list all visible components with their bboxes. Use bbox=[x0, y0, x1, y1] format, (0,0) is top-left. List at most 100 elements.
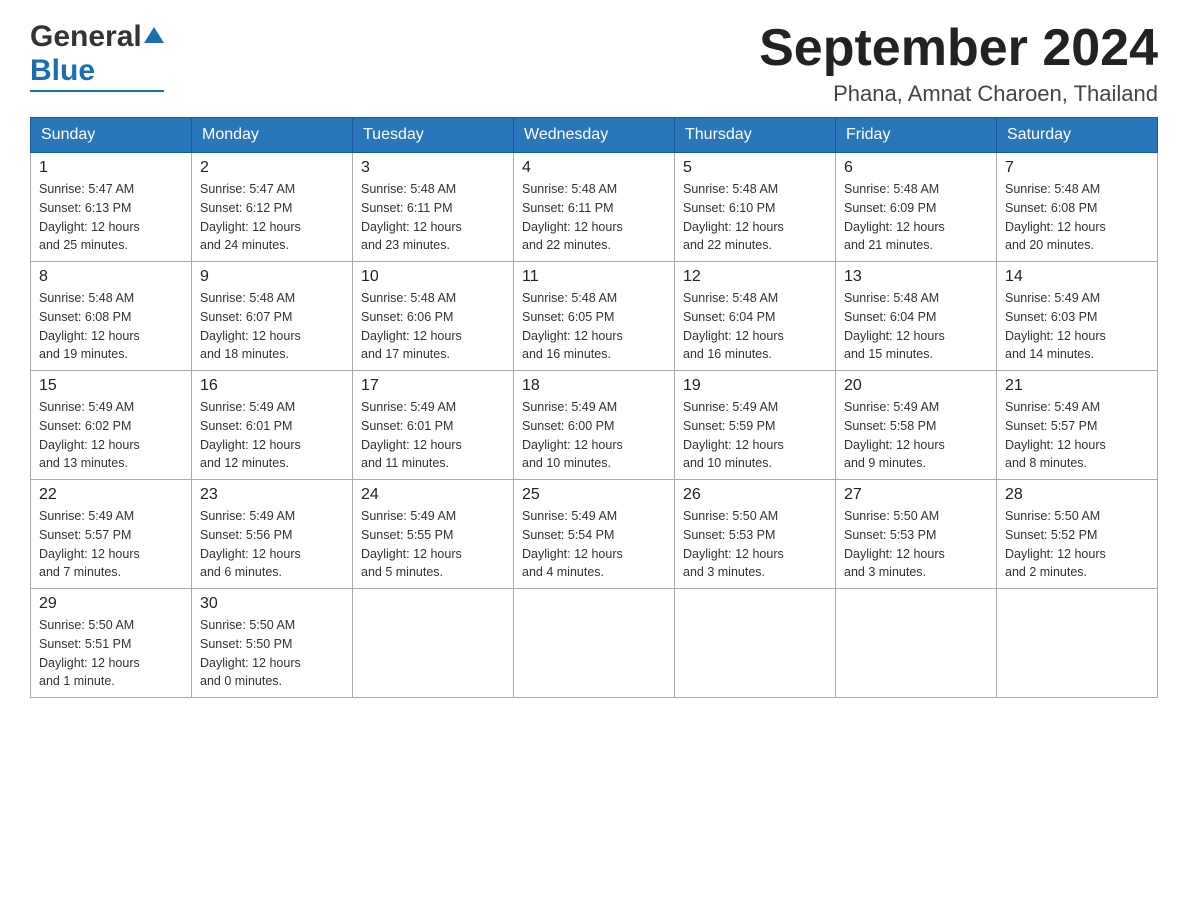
calendar-week-4: 22 Sunrise: 5:49 AMSunset: 5:57 PMDaylig… bbox=[31, 480, 1158, 589]
day-number: 17 bbox=[361, 377, 505, 395]
day-info: Sunrise: 5:48 AMSunset: 6:08 PMDaylight:… bbox=[39, 289, 183, 364]
calendar-cell: 17 Sunrise: 5:49 AMSunset: 6:01 PMDaylig… bbox=[353, 371, 514, 480]
day-info: Sunrise: 5:49 AMSunset: 5:59 PMDaylight:… bbox=[683, 398, 827, 473]
day-number: 23 bbox=[200, 486, 344, 504]
day-info: Sunrise: 5:48 AMSunset: 6:08 PMDaylight:… bbox=[1005, 180, 1149, 255]
calendar-table: SundayMondayTuesdayWednesdayThursdayFrid… bbox=[30, 117, 1158, 698]
day-number: 5 bbox=[683, 159, 827, 177]
day-number: 3 bbox=[361, 159, 505, 177]
calendar-cell: 20 Sunrise: 5:49 AMSunset: 5:58 PMDaylig… bbox=[836, 371, 997, 480]
day-number: 28 bbox=[1005, 486, 1149, 504]
day-info: Sunrise: 5:48 AMSunset: 6:07 PMDaylight:… bbox=[200, 289, 344, 364]
calendar-header-monday: Monday bbox=[192, 118, 353, 153]
calendar-cell: 11 Sunrise: 5:48 AMSunset: 6:05 PMDaylig… bbox=[514, 262, 675, 371]
calendar-cell bbox=[836, 589, 997, 698]
day-number: 4 bbox=[522, 159, 666, 177]
calendar-cell bbox=[353, 589, 514, 698]
day-number: 11 bbox=[522, 268, 666, 286]
day-info: Sunrise: 5:50 AMSunset: 5:53 PMDaylight:… bbox=[844, 507, 988, 582]
day-number: 25 bbox=[522, 486, 666, 504]
day-info: Sunrise: 5:48 AMSunset: 6:05 PMDaylight:… bbox=[522, 289, 666, 364]
calendar-cell bbox=[675, 589, 836, 698]
calendar-header-sunday: Sunday bbox=[31, 118, 192, 153]
day-info: Sunrise: 5:50 AMSunset: 5:52 PMDaylight:… bbox=[1005, 507, 1149, 582]
day-number: 29 bbox=[39, 595, 183, 613]
calendar-cell bbox=[514, 589, 675, 698]
day-number: 26 bbox=[683, 486, 827, 504]
calendar-cell: 8 Sunrise: 5:48 AMSunset: 6:08 PMDayligh… bbox=[31, 262, 192, 371]
calendar-cell: 13 Sunrise: 5:48 AMSunset: 6:04 PMDaylig… bbox=[836, 262, 997, 371]
calendar-cell: 30 Sunrise: 5:50 AMSunset: 5:50 PMDaylig… bbox=[192, 589, 353, 698]
logo-line-blue: Blue bbox=[30, 54, 164, 88]
day-info: Sunrise: 5:49 AMSunset: 5:54 PMDaylight:… bbox=[522, 507, 666, 582]
calendar-cell: 4 Sunrise: 5:48 AMSunset: 6:11 PMDayligh… bbox=[514, 153, 675, 262]
day-info: Sunrise: 5:49 AMSunset: 6:03 PMDaylight:… bbox=[1005, 289, 1149, 364]
calendar-header-thursday: Thursday bbox=[675, 118, 836, 153]
day-number: 24 bbox=[361, 486, 505, 504]
day-number: 10 bbox=[361, 268, 505, 286]
day-number: 7 bbox=[1005, 159, 1149, 177]
title-section: September 2024 Phana, Amnat Charoen, Tha… bbox=[759, 20, 1158, 107]
day-number: 15 bbox=[39, 377, 183, 395]
day-info: Sunrise: 5:47 AMSunset: 6:13 PMDaylight:… bbox=[39, 180, 183, 255]
day-info: Sunrise: 5:50 AMSunset: 5:51 PMDaylight:… bbox=[39, 616, 183, 691]
day-info: Sunrise: 5:49 AMSunset: 5:57 PMDaylight:… bbox=[1005, 398, 1149, 473]
day-number: 16 bbox=[200, 377, 344, 395]
calendar-cell: 29 Sunrise: 5:50 AMSunset: 5:51 PMDaylig… bbox=[31, 589, 192, 698]
day-number: 20 bbox=[844, 377, 988, 395]
day-number: 12 bbox=[683, 268, 827, 286]
day-info: Sunrise: 5:49 AMSunset: 5:58 PMDaylight:… bbox=[844, 398, 988, 473]
main-title: September 2024 bbox=[759, 20, 1158, 77]
logo-underline bbox=[30, 90, 164, 92]
logo-line-general: General bbox=[30, 20, 164, 54]
calendar-cell: 16 Sunrise: 5:49 AMSunset: 6:01 PMDaylig… bbox=[192, 371, 353, 480]
calendar-cell: 12 Sunrise: 5:48 AMSunset: 6:04 PMDaylig… bbox=[675, 262, 836, 371]
calendar-cell: 2 Sunrise: 5:47 AMSunset: 6:12 PMDayligh… bbox=[192, 153, 353, 262]
logo: General Blue bbox=[30, 20, 164, 92]
logo-triangle-icon bbox=[144, 27, 164, 43]
day-info: Sunrise: 5:49 AMSunset: 6:01 PMDaylight:… bbox=[361, 398, 505, 473]
day-info: Sunrise: 5:50 AMSunset: 5:53 PMDaylight:… bbox=[683, 507, 827, 582]
day-number: 1 bbox=[39, 159, 183, 177]
day-info: Sunrise: 5:48 AMSunset: 6:04 PMDaylight:… bbox=[844, 289, 988, 364]
calendar-cell: 9 Sunrise: 5:48 AMSunset: 6:07 PMDayligh… bbox=[192, 262, 353, 371]
calendar-header-saturday: Saturday bbox=[997, 118, 1158, 153]
calendar-cell: 25 Sunrise: 5:49 AMSunset: 5:54 PMDaylig… bbox=[514, 480, 675, 589]
calendar-cell: 7 Sunrise: 5:48 AMSunset: 6:08 PMDayligh… bbox=[997, 153, 1158, 262]
day-info: Sunrise: 5:49 AMSunset: 5:57 PMDaylight:… bbox=[39, 507, 183, 582]
day-info: Sunrise: 5:47 AMSunset: 6:12 PMDaylight:… bbox=[200, 180, 344, 255]
day-info: Sunrise: 5:48 AMSunset: 6:04 PMDaylight:… bbox=[683, 289, 827, 364]
calendar-cell: 28 Sunrise: 5:50 AMSunset: 5:52 PMDaylig… bbox=[997, 480, 1158, 589]
day-number: 13 bbox=[844, 268, 988, 286]
calendar-cell: 14 Sunrise: 5:49 AMSunset: 6:03 PMDaylig… bbox=[997, 262, 1158, 371]
calendar-cell bbox=[997, 589, 1158, 698]
calendar-week-5: 29 Sunrise: 5:50 AMSunset: 5:51 PMDaylig… bbox=[31, 589, 1158, 698]
page-header: General Blue September 2024 Phana, Amnat… bbox=[30, 20, 1158, 107]
calendar-cell: 27 Sunrise: 5:50 AMSunset: 5:53 PMDaylig… bbox=[836, 480, 997, 589]
calendar-cell: 10 Sunrise: 5:48 AMSunset: 6:06 PMDaylig… bbox=[353, 262, 514, 371]
subtitle: Phana, Amnat Charoen, Thailand bbox=[759, 81, 1158, 107]
calendar-cell: 26 Sunrise: 5:50 AMSunset: 5:53 PMDaylig… bbox=[675, 480, 836, 589]
day-number: 9 bbox=[200, 268, 344, 286]
day-number: 2 bbox=[200, 159, 344, 177]
day-info: Sunrise: 5:49 AMSunset: 6:02 PMDaylight:… bbox=[39, 398, 183, 473]
calendar-cell: 6 Sunrise: 5:48 AMSunset: 6:09 PMDayligh… bbox=[836, 153, 997, 262]
calendar-cell: 3 Sunrise: 5:48 AMSunset: 6:11 PMDayligh… bbox=[353, 153, 514, 262]
day-info: Sunrise: 5:49 AMSunset: 5:55 PMDaylight:… bbox=[361, 507, 505, 582]
calendar-cell: 24 Sunrise: 5:49 AMSunset: 5:55 PMDaylig… bbox=[353, 480, 514, 589]
logo-general-text: General bbox=[30, 20, 142, 54]
day-info: Sunrise: 5:48 AMSunset: 6:09 PMDaylight:… bbox=[844, 180, 988, 255]
calendar-week-3: 15 Sunrise: 5:49 AMSunset: 6:02 PMDaylig… bbox=[31, 371, 1158, 480]
calendar-cell: 21 Sunrise: 5:49 AMSunset: 5:57 PMDaylig… bbox=[997, 371, 1158, 480]
day-info: Sunrise: 5:48 AMSunset: 6:11 PMDaylight:… bbox=[522, 180, 666, 255]
calendar-cell: 5 Sunrise: 5:48 AMSunset: 6:10 PMDayligh… bbox=[675, 153, 836, 262]
calendar-header-wednesday: Wednesday bbox=[514, 118, 675, 153]
day-info: Sunrise: 5:49 AMSunset: 6:00 PMDaylight:… bbox=[522, 398, 666, 473]
day-number: 30 bbox=[200, 595, 344, 613]
calendar-week-2: 8 Sunrise: 5:48 AMSunset: 6:08 PMDayligh… bbox=[31, 262, 1158, 371]
logo-blue-text: Blue bbox=[30, 54, 95, 88]
calendar-header-row: SundayMondayTuesdayWednesdayThursdayFrid… bbox=[31, 118, 1158, 153]
day-info: Sunrise: 5:49 AMSunset: 6:01 PMDaylight:… bbox=[200, 398, 344, 473]
day-number: 19 bbox=[683, 377, 827, 395]
calendar-cell: 23 Sunrise: 5:49 AMSunset: 5:56 PMDaylig… bbox=[192, 480, 353, 589]
